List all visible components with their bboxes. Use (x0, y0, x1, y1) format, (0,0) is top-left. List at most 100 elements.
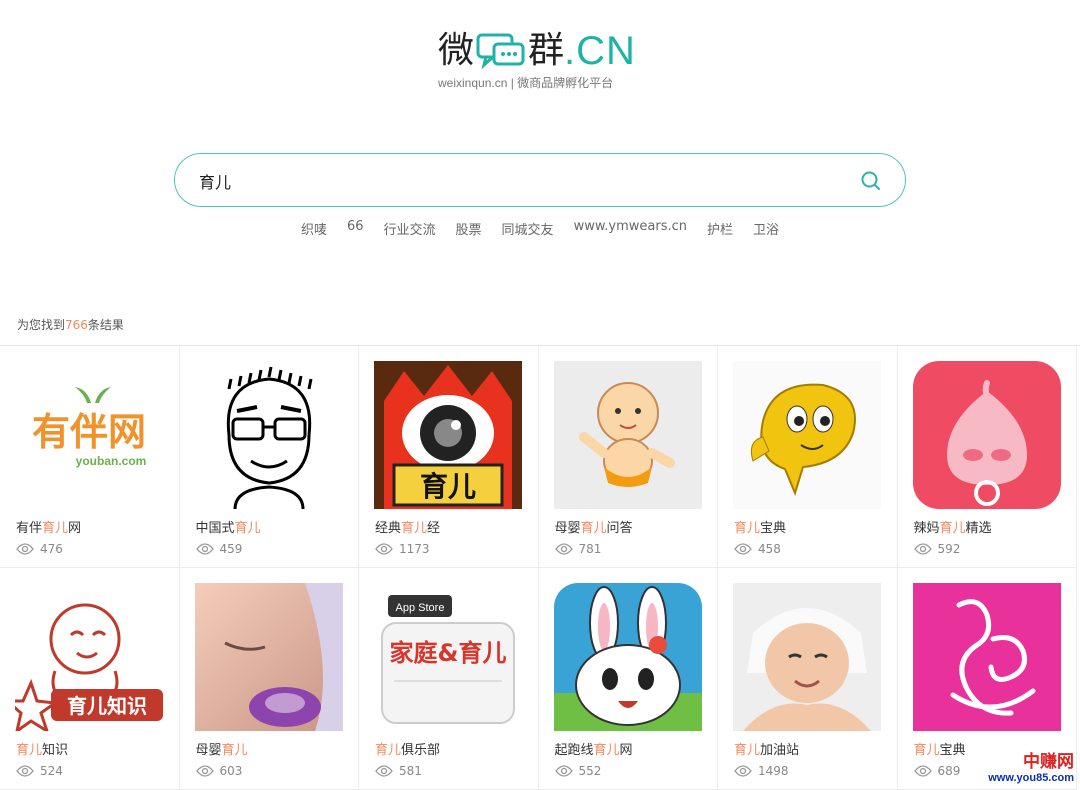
view-count: 581 (375, 764, 422, 778)
result-card-title[interactable]: 有伴育儿网 (16, 517, 81, 536)
eye-mascot-thumbnail[interactable]: 育儿 (374, 361, 522, 509)
result-card[interactable]: 母婴育儿 603 (179, 568, 359, 790)
watermark: 中赚网 www.you85.com (988, 753, 1074, 784)
logo-char-qun: 群 (528, 30, 565, 71)
site-logo[interactable]: 微 群 .CN weixinqun.cn | 微商品牌孵化平台 (0, 22, 1080, 102)
title-post: 俱乐部 (401, 743, 441, 758)
app-title-text: 家庭&育儿 (390, 639, 507, 667)
baby-pacifier-photo-thumbnail[interactable] (194, 583, 343, 731)
view-count-number: 781 (578, 542, 602, 556)
title-post: 宝典 (939, 743, 966, 758)
title-post: 网 (619, 743, 633, 758)
hot-search-tags: 织唛 66 行业交流 股票 同城交友 www.ymwears.cn 护栏 卫浴 (0, 219, 1080, 238)
hot-tag[interactable]: 同城交友 (502, 219, 554, 238)
view-count: 1498 (734, 764, 789, 778)
result-card-title[interactable]: 辣妈育儿精选 (914, 517, 992, 536)
result-card-title[interactable]: 母婴育儿 (196, 739, 248, 758)
title-post: 知识 (42, 743, 69, 758)
hot-tag[interactable]: 行业交流 (384, 219, 436, 238)
title-pre: 起跑线 (554, 743, 594, 758)
family-parenting-app-thumbnail[interactable]: App Store 家庭&育儿 (374, 583, 522, 731)
view-count: 476 (16, 542, 63, 556)
mother-silhouette-thumbnail[interactable] (912, 583, 1061, 731)
view-count: 459 (195, 542, 243, 556)
result-card[interactable]: 育儿知识 育儿知识 524 (0, 568, 180, 790)
yellow-fish-thumbnail[interactable] (733, 361, 881, 509)
title-highlight: 育儿 (580, 521, 607, 536)
result-card-title[interactable]: 育儿宝典 (734, 517, 786, 536)
result-card-title[interactable]: 育儿加油站 (734, 739, 799, 758)
eye-icon (554, 543, 573, 555)
result-card[interactable]: 辣妈育儿精选 592 (897, 346, 1077, 568)
title-highlight: 育儿 (401, 521, 428, 536)
eye-icon (16, 543, 34, 555)
result-card[interactable]: 有伴网 youban.com 有伴育儿网 476 (0, 346, 180, 568)
result-card-title[interactable]: 育儿宝典 (914, 739, 966, 758)
pacifier-icon-thumbnail[interactable] (912, 361, 1061, 509)
hot-tag[interactable]: 66 (347, 219, 364, 238)
title-post: 宝典 (760, 521, 787, 536)
cartoon-man-thumbnail[interactable] (194, 361, 343, 509)
result-card[interactable]: 育儿宝典 458 (718, 346, 898, 568)
eye-icon (375, 765, 393, 777)
view-count: 592 (913, 542, 960, 556)
baby-sketch-thumbnail[interactable]: 育儿知识 (15, 583, 163, 731)
view-count-number: 603 (219, 764, 243, 778)
logo-wordmark: 微 群 .CN (438, 28, 636, 74)
result-card[interactable]: App Store 家庭&育儿 育儿俱乐部 581 (359, 568, 539, 790)
search-bar (174, 153, 906, 207)
title-pre: 母婴 (554, 521, 581, 536)
baby-sketch-label: 育儿知识 (67, 694, 147, 718)
view-count: 552 (554, 764, 601, 778)
youban-logo-thumbnail[interactable]: 有伴网 youban.com (15, 361, 163, 509)
search-input[interactable] (199, 166, 839, 196)
view-count-number: 1498 (758, 764, 789, 778)
result-card[interactable]: 中国式育儿 459 (179, 346, 359, 568)
logo-tagline: weixinqun.cn | 微商品牌孵化平台 (438, 76, 614, 90)
result-count-suffix: 条结果 (87, 318, 124, 332)
title-highlight: 育儿 (939, 521, 966, 536)
result-card[interactable]: 育儿 经典育儿经 1173 (359, 346, 539, 568)
title-pre: 中国式 (195, 521, 235, 536)
app-store-badge: App Store (396, 602, 445, 614)
search-icon[interactable] (859, 169, 883, 193)
view-count-number: 581 (399, 764, 422, 778)
result-card[interactable]: 育儿加油站 1498 (718, 568, 898, 790)
baby-photo-thumbnail[interactable] (733, 583, 881, 731)
title-highlight: 育儿 (42, 521, 69, 536)
result-card-title[interactable]: 育儿知识 (16, 739, 68, 758)
view-count-number: 458 (758, 542, 781, 556)
baby-cartoon-thumbnail[interactable] (553, 361, 702, 509)
hot-tag[interactable]: 织唛 (301, 219, 327, 238)
eye-icon (734, 543, 752, 555)
hot-tag[interactable]: 股票 (456, 219, 482, 238)
title-pre: 有伴 (16, 521, 43, 536)
result-count-number: 766 (65, 318, 88, 332)
result-card-title[interactable]: 育儿俱乐部 (375, 739, 440, 758)
hot-tag[interactable]: 护栏 (707, 219, 733, 238)
eye-icon (913, 543, 932, 555)
eye-icon (554, 765, 573, 777)
result-card-title[interactable]: 经典育儿经 (375, 517, 440, 536)
hot-tag[interactable]: 卫浴 (753, 219, 779, 238)
result-card-title[interactable]: 母婴育儿问答 (555, 517, 633, 536)
result-card-title[interactable]: 起跑线育儿网 (555, 739, 633, 758)
eye-icon (195, 765, 214, 777)
title-highlight: 育儿 (734, 743, 761, 758)
hot-tag[interactable]: www.ymwears.cn (574, 219, 687, 238)
eye-icon (375, 543, 393, 555)
result-card-title[interactable]: 中国式育儿 (196, 517, 261, 536)
result-count: 为您找到766条结果 (17, 316, 124, 333)
view-count-number: 459 (219, 542, 243, 556)
title-pre: 经典 (375, 521, 402, 536)
result-card[interactable]: 起跑线育儿网 552 (538, 568, 718, 790)
rabbit-cartoon-thumbnail[interactable] (553, 583, 702, 731)
title-post: 问答 (606, 521, 633, 536)
watermark-cn: 中赚网 (1023, 752, 1074, 773)
title-highlight: 育儿 (234, 521, 261, 536)
logo-char-wei: 微 (438, 30, 475, 71)
eye-icon (734, 765, 752, 777)
title-post: 加油站 (760, 743, 800, 758)
result-card[interactable]: 母婴育儿问答 781 (538, 346, 718, 568)
title-highlight: 育儿 (913, 743, 940, 758)
